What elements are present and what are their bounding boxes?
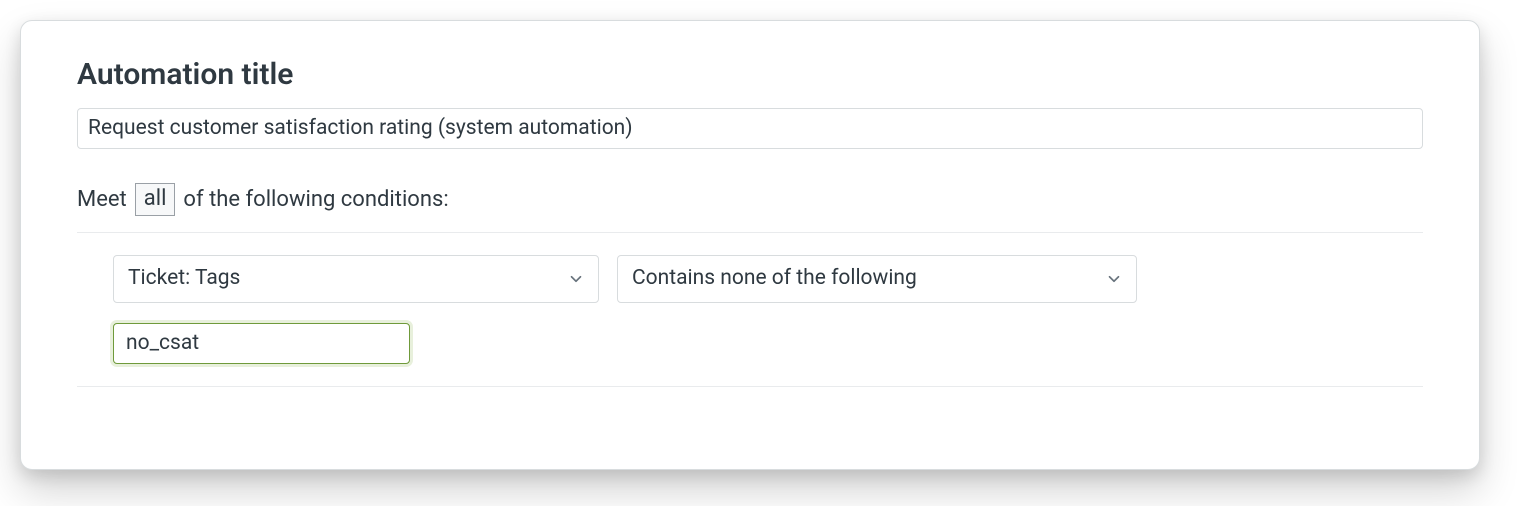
condition-operator-select-value: Contains none of the following [632,266,917,291]
condition-field-select-wrap: Ticket: Tags [113,255,599,303]
condition-selects-row: Ticket: Tags Contains none of the follow… [113,255,1423,303]
section-heading: Automation title [77,57,1423,92]
condition-row: Ticket: Tags Contains none of the follow… [77,233,1423,386]
automation-editor-card: Automation title Meet all of the followi… [20,20,1480,470]
condition-operator-select-wrap: Contains none of the following [617,255,1137,303]
condition-field-select[interactable]: Ticket: Tags [113,255,599,303]
conditions-quantifier-select[interactable]: all [135,183,176,216]
condition-operator-select[interactable]: Contains none of the following [617,255,1137,303]
conditions-intro-suffix: of the following conditions: [183,187,448,212]
automation-title-input[interactable] [77,108,1423,149]
divider [77,386,1423,387]
conditions-intro-prefix: Meet [77,187,127,212]
conditions-intro: Meet all of the following conditions: [77,183,1423,216]
condition-field-select-value: Ticket: Tags [128,266,240,291]
condition-tag-input[interactable] [113,323,410,364]
